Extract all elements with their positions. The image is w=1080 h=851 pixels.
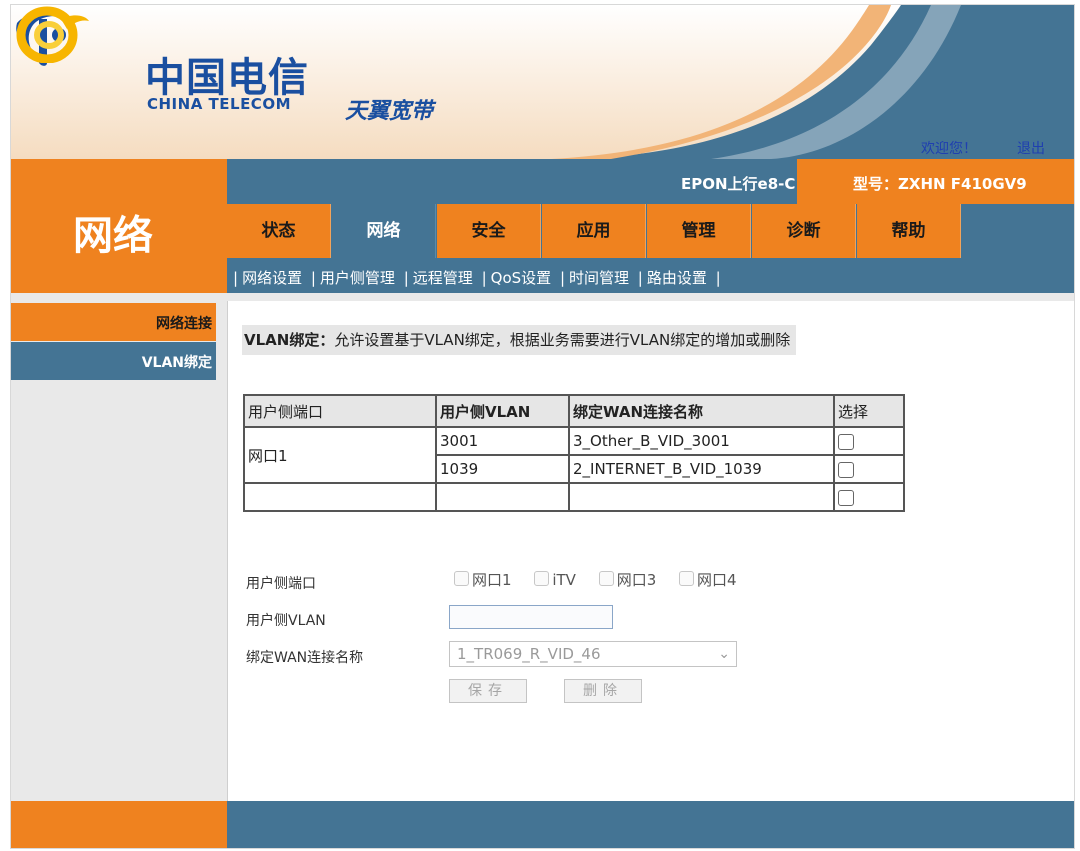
page-description: VLAN绑定：允许设置基于VLAN绑定，根据业务需要进行VLAN绑定的增加或删除 bbox=[242, 325, 797, 355]
row-checkbox[interactable] bbox=[838, 489, 854, 506]
header-select: 选择 bbox=[833, 394, 905, 428]
welcome-text: 欢迎您！ bbox=[921, 141, 977, 157]
subnav: | 网络设置 | 用户侧管理 | 远程管理 | QoS设置 | 时间管理 | 路由设置 | bbox=[233, 269, 721, 287]
checkbox-icon bbox=[679, 571, 695, 586]
tab-status[interactable]: 状态 bbox=[227, 204, 331, 258]
tianyi-logo-icon bbox=[16, 6, 89, 63]
table-header-row: 用户侧端口 用户侧VLAN 绑定WAN连接名称 选择 bbox=[243, 394, 905, 428]
chevron-down-icon: ⌄ bbox=[718, 646, 730, 662]
row-checkbox[interactable] bbox=[838, 433, 854, 450]
footer-right bbox=[227, 801, 1074, 848]
tab-application[interactable]: 应用 bbox=[542, 204, 646, 258]
sidebar-item-network-connection[interactable]: 网络连接 bbox=[11, 303, 216, 341]
model-label: 型号：ZXHN F410GV9 bbox=[853, 175, 1027, 193]
sidebar-item-label: 网络连接 bbox=[156, 316, 212, 332]
logout-link[interactable]: 退出 bbox=[1017, 138, 1045, 158]
cell-wan: 3_Other_B_VID_3001 bbox=[568, 426, 835, 456]
subnav-qos-settings[interactable]: QoS设置 bbox=[491, 269, 552, 287]
port-option-lan3[interactable]: 网口3 bbox=[598, 569, 657, 590]
cell-port: 网口1 bbox=[243, 426, 437, 484]
epon-label: EPON上行e8-C bbox=[681, 175, 796, 193]
delete-button[interactable]: 删除 bbox=[564, 679, 642, 703]
subnav-network-settings[interactable]: 网络设置 bbox=[242, 269, 302, 287]
port-option-label: 网口3 bbox=[616, 571, 657, 589]
brand-en-name: CHINA TELECOM bbox=[147, 95, 291, 113]
checkbox-icon bbox=[534, 571, 550, 586]
tab-network[interactable]: 网络 bbox=[332, 204, 436, 258]
subnav-route-settings[interactable]: 路由设置 bbox=[647, 269, 707, 287]
tab-security[interactable]: 安全 bbox=[437, 204, 541, 258]
main-content: VLAN绑定：允许设置基于VLAN绑定，根据业务需要进行VLAN绑定的增加或删除… bbox=[227, 301, 1074, 801]
cell-vlan: 1039 bbox=[435, 454, 570, 484]
port-options: 网口1 iTV 网口3 网口4 bbox=[454, 569, 755, 590]
header-wan-name: 绑定WAN连接名称 bbox=[568, 394, 835, 428]
brand-tianyi: 天翼宽带 bbox=[345, 99, 434, 124]
header-user-port: 用户侧端口 bbox=[243, 394, 437, 428]
description-prefix: VLAN绑定： bbox=[244, 331, 335, 349]
table-row bbox=[243, 482, 905, 512]
cell-wan bbox=[568, 482, 835, 512]
checkbox-icon bbox=[454, 571, 469, 586]
cell-port bbox=[243, 482, 437, 512]
tab-help[interactable]: 帮助 bbox=[857, 204, 961, 258]
subnav-time-management[interactable]: 时间管理 bbox=[569, 269, 629, 287]
vlan-label: 用户侧VLAN bbox=[246, 613, 326, 629]
port-label: 用户侧端口 bbox=[246, 576, 316, 592]
header-user-vlan: 用户侧VLAN bbox=[435, 394, 570, 428]
section-title: 网络 bbox=[73, 213, 153, 259]
router-admin-page: 中国电信 CHINA TELECOM 天翼宽带 欢迎您！ 退出 网络 EPON上… bbox=[10, 4, 1075, 849]
save-button[interactable]: 保存 bbox=[449, 679, 527, 703]
cell-vlan bbox=[435, 482, 570, 512]
description-text: 允许设置基于VLAN绑定，根据业务需要进行VLAN绑定的增加或删除 bbox=[334, 331, 791, 349]
cell-select bbox=[833, 454, 905, 484]
cell-vlan: 3001 bbox=[435, 426, 570, 456]
tab-management[interactable]: 管理 bbox=[647, 204, 751, 258]
port-option-label: 网口4 bbox=[697, 571, 737, 589]
wan-select[interactable]: 1_TR069_R_VID_46 ⌄ bbox=[449, 641, 737, 667]
sidebar-item-vlan-binding[interactable]: VLAN绑定 bbox=[11, 342, 216, 380]
wan-label: 绑定WAN连接名称 bbox=[246, 650, 364, 666]
sidebar-item-label: VLAN绑定 bbox=[141, 355, 212, 371]
wan-selected-value: 1_TR069_R_VID_46 bbox=[457, 645, 601, 663]
cell-wan: 2_INTERNET_B_VID_1039 bbox=[568, 454, 835, 484]
port-option-lan1[interactable]: 网口1 bbox=[454, 569, 512, 590]
port-option-itv[interactable]: iTV bbox=[534, 571, 576, 589]
subnav-user-side-management[interactable]: 用户侧管理 bbox=[320, 269, 395, 287]
checkbox-icon bbox=[598, 571, 614, 586]
section-title-block: 网络 bbox=[11, 159, 227, 293]
header: 中国电信 CHINA TELECOM 天翼宽带 欢迎您！ 退出 bbox=[11, 5, 1074, 159]
subnav-remote-management[interactable]: 远程管理 bbox=[413, 269, 473, 287]
table-row: 网口1 3001 3_Other_B_VID_3001 bbox=[243, 426, 905, 484]
tab-diagnostics[interactable]: 诊断 bbox=[752, 204, 856, 258]
vlan-input[interactable] bbox=[449, 605, 613, 629]
cell-select bbox=[833, 426, 905, 456]
port-option-label: iTV bbox=[552, 571, 576, 589]
port-option-label: 网口1 bbox=[472, 571, 512, 589]
cell-select bbox=[833, 482, 905, 512]
vlan-binding-table: 用户侧端口 用户侧VLAN 绑定WAN连接名称 选择 网口1 3001 3_Ot… bbox=[243, 394, 905, 512]
row-checkbox[interactable] bbox=[838, 461, 854, 478]
footer-left bbox=[11, 801, 227, 848]
port-option-lan4[interactable]: 网口4 bbox=[679, 569, 737, 590]
